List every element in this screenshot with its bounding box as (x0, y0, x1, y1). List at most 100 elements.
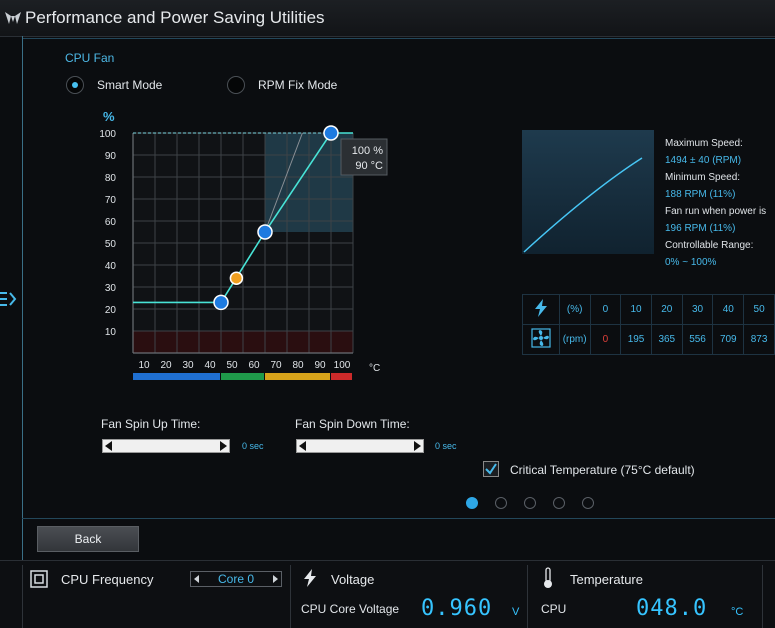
temperature-label: Temperature (570, 572, 643, 587)
panel-top-border (22, 38, 775, 39)
y-tick-label: 60 (105, 217, 117, 228)
panel-bottom-border (22, 518, 775, 519)
percent-row: (%) 0 10 20 30 40 50 (522, 294, 775, 325)
tooltip-value: 100 % (352, 145, 383, 157)
y-tick-label: 70 (105, 195, 117, 206)
spin-down-value: 0 sec (435, 441, 457, 451)
slider-right-arrow-icon[interactable] (414, 441, 421, 451)
fan-curve-chart[interactable]: % 100 90 80 70 60 50 40 30 20 10 10 20 30 40 50 60 70 80 90… (90, 100, 390, 380)
voltage-value: 0.960 (421, 596, 493, 621)
controllable-range-label: Controllable Range: (665, 240, 754, 251)
rpm-fix-mode-radio[interactable] (227, 76, 245, 94)
side-menu-expand-icon[interactable] (0, 289, 18, 309)
spin-up-slider[interactable] (102, 439, 230, 453)
page-dot-1[interactable] (466, 497, 478, 509)
checkmark-icon (485, 463, 497, 475)
min-speed-label: Minimum Speed: (665, 172, 741, 183)
curve-control-point[interactable] (323, 125, 339, 141)
curve-control-point[interactable] (257, 224, 273, 240)
x-tick-label: 90 (314, 360, 326, 371)
voltage-unit: V (512, 606, 520, 618)
page-dot-5[interactable] (582, 497, 594, 509)
x-tick-label: 60 (248, 360, 260, 371)
window-title: Performance and Power Saving Utilities (25, 8, 325, 27)
slider-left-arrow-icon[interactable] (299, 441, 306, 451)
percent-cell: 30 (681, 294, 714, 325)
curve-control-point[interactable] (213, 294, 229, 311)
spin-up-value: 0 sec (242, 441, 264, 451)
rpm-unit: (rpm) (558, 324, 591, 355)
core-select[interactable]: Core 0 (190, 571, 282, 587)
title-bar: Performance and Power Saving Utilities (0, 0, 775, 37)
y-tick-label: 80 (105, 173, 117, 184)
temperature-band (331, 373, 352, 380)
percent-cell: 0 (589, 294, 622, 325)
percent-cell: 40 (712, 294, 745, 325)
slider-right-arrow-icon[interactable] (220, 441, 227, 451)
cpu-core-voltage-label: CPU Core Voltage (301, 602, 400, 616)
percent-unit: (%) (558, 294, 591, 325)
tuf-logo-icon (5, 12, 21, 24)
cpu-chip-icon (30, 570, 48, 588)
section-title: CPU Fan (65, 51, 115, 65)
critical-temp-checkbox[interactable] (483, 461, 499, 477)
temperature-band (221, 373, 264, 380)
cpu-frequency-label: CPU Frequency (61, 572, 154, 587)
back-button[interactable]: Back (37, 526, 139, 552)
max-speed-label: Maximum Speed: (665, 138, 743, 149)
voltage-bolt-icon (304, 569, 316, 587)
smart-mode-radio[interactable] (66, 76, 84, 94)
rpm-cell: 873 (743, 324, 775, 355)
slider-left-arrow-icon[interactable] (105, 441, 112, 451)
fan-run-label: Fan run when power is (665, 206, 767, 217)
x-tick-label: 80 (292, 360, 304, 371)
voltage-label: Voltage (331, 572, 375, 587)
x-tick-label: 30 (182, 360, 194, 371)
temperature-unit: °C (731, 606, 744, 618)
x-tick-label: 70 (270, 360, 282, 371)
rpm-table: (%) 0 10 20 30 40 50 (rpm) 0 195 365 556… (522, 294, 775, 355)
y-tick-label: 40 (105, 261, 117, 272)
temperature-band (265, 373, 330, 380)
rpm-cell: 195 (620, 324, 652, 355)
temperature-value: 048.0 (636, 596, 708, 621)
status-divider (762, 565, 763, 628)
y-axis-label: % (103, 109, 115, 124)
page-dot-4[interactable] (553, 497, 565, 509)
y-tick-label: 20 (105, 305, 117, 316)
percent-cell: 50 (743, 294, 775, 325)
smart-mode-label[interactable]: Smart Mode (97, 78, 162, 92)
curve-control-point[interactable] (229, 271, 244, 285)
percent-cell: 20 (650, 294, 683, 325)
rpm-cell: 709 (712, 324, 745, 355)
rpm-cell: 556 (681, 324, 714, 355)
y-tick-label: 30 (105, 283, 117, 294)
status-divider (290, 565, 291, 628)
cpu-temp-label: CPU (541, 602, 567, 616)
x-tick-label: 10 (138, 360, 150, 371)
rpm-row: (rpm) 0 195 365 556 709 873 (522, 324, 775, 355)
core-next-icon[interactable] (273, 575, 278, 583)
thermometer-icon (544, 567, 552, 588)
rpm-cell: 0 (589, 324, 622, 355)
max-speed-value: 1494 ± 40 (RPM) (665, 155, 742, 166)
spin-up-label: Fan Spin Up Time: (101, 417, 201, 431)
temperature-band (133, 373, 220, 380)
controllable-range-value: 0% ~ 100% (665, 257, 717, 268)
radio-selected-dot (72, 82, 78, 88)
core-prev-icon[interactable] (194, 575, 199, 583)
critical-temp-label[interactable]: Critical Temperature (75°C default) (510, 463, 695, 477)
percent-cell: 10 (620, 294, 652, 325)
x-tick-label: 100 (334, 360, 351, 371)
x-tick-label: 50 (226, 360, 238, 371)
x-tick-label: 20 (160, 360, 172, 371)
fan-icon (522, 324, 560, 355)
tooltip-temp: 90 °C (355, 160, 383, 172)
rpm-fix-mode-label[interactable]: RPM Fix Mode (258, 78, 337, 92)
core-select-value: Core 0 (217, 572, 255, 586)
page-dot-2[interactable] (495, 497, 507, 509)
rpm-cell: 365 (650, 324, 683, 355)
spin-down-label: Fan Spin Down Time: (295, 417, 410, 431)
page-dot-3[interactable] (524, 497, 536, 509)
spin-down-slider[interactable] (296, 439, 424, 453)
